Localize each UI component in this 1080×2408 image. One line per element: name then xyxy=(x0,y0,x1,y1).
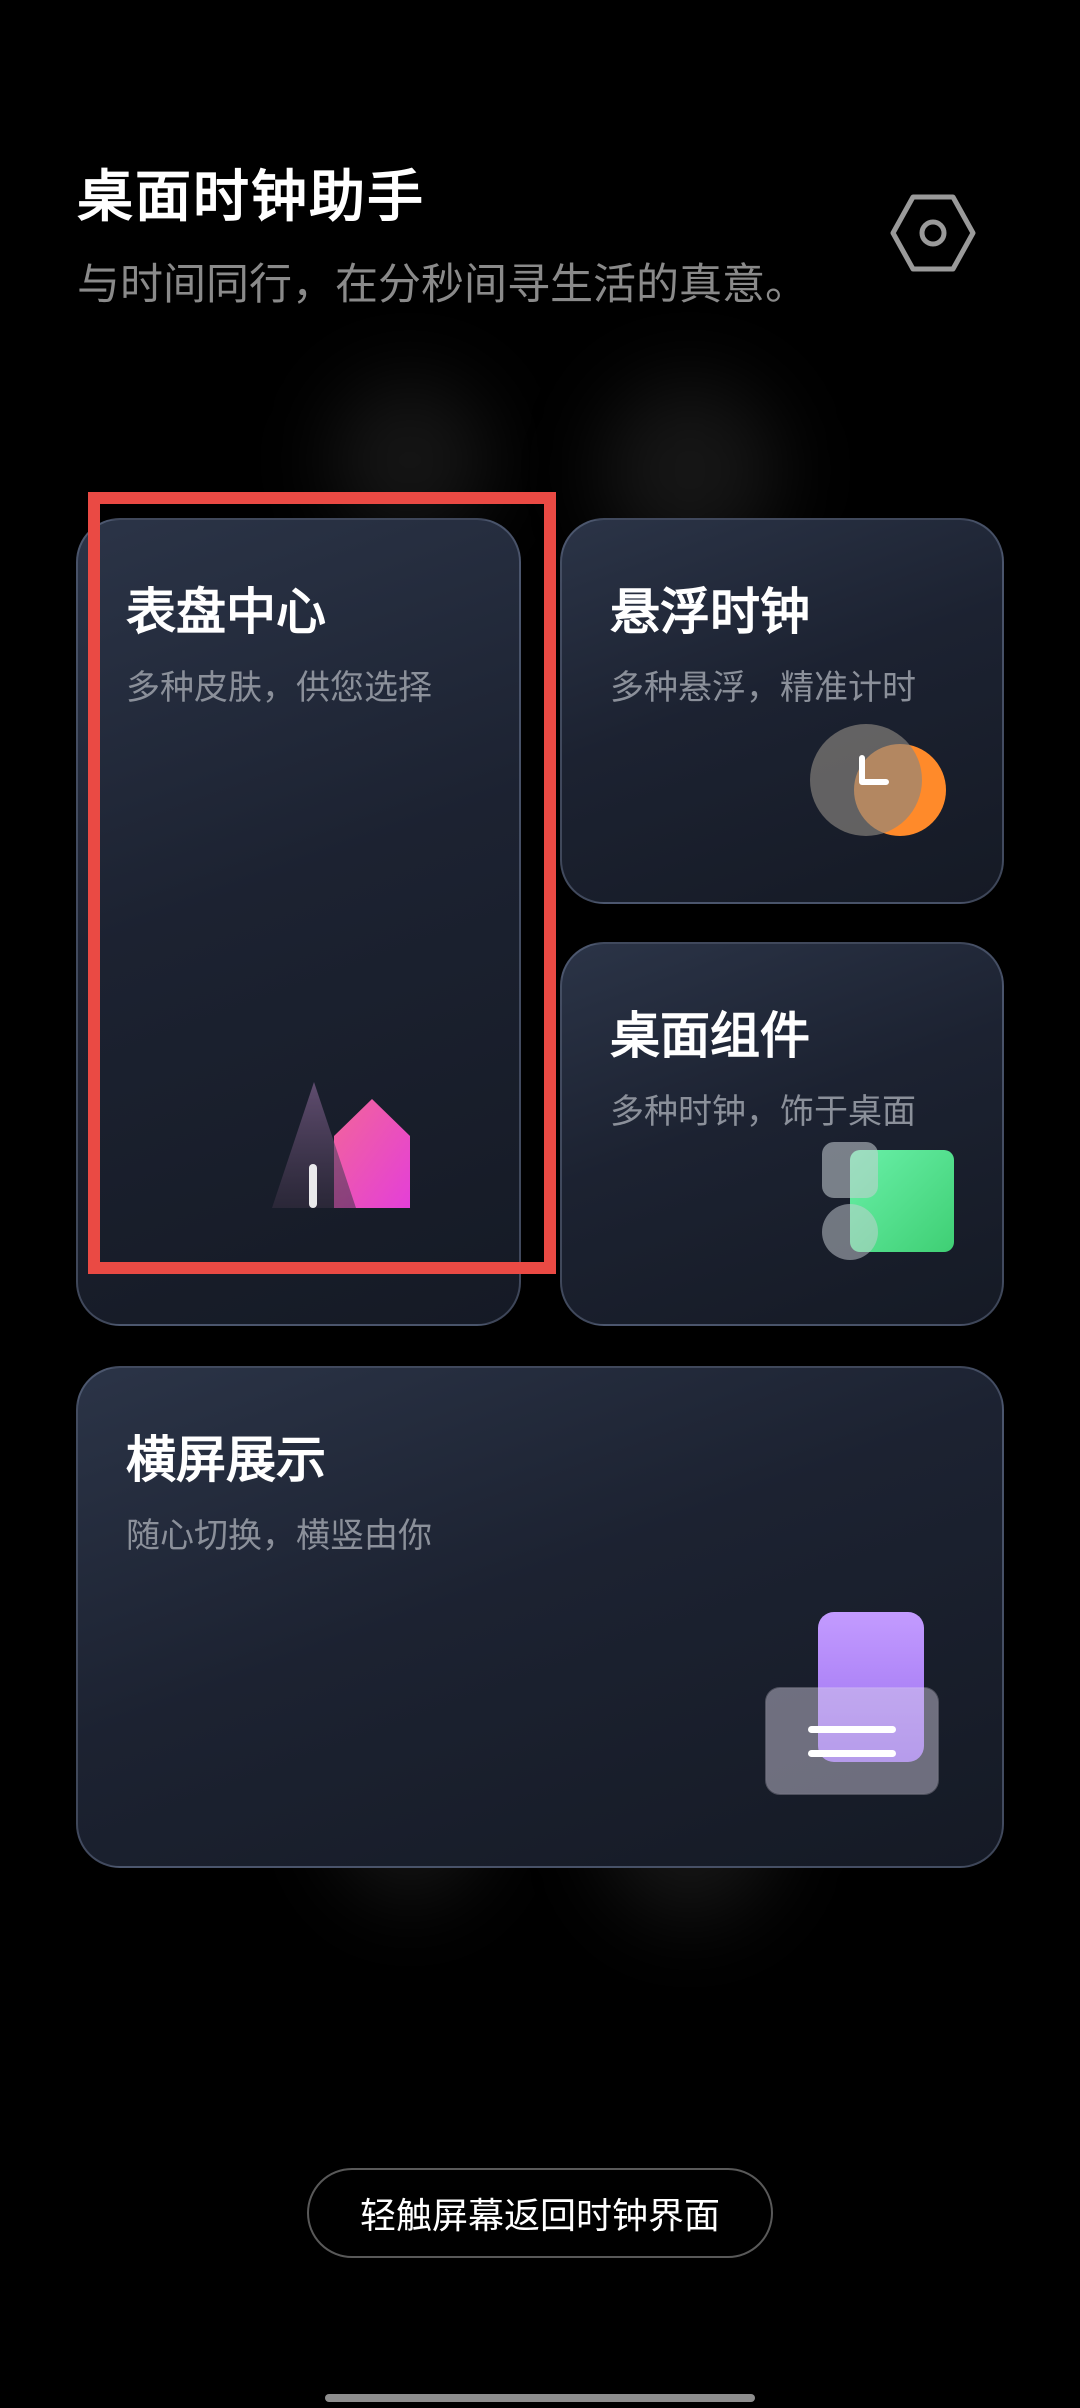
card-title: 横屏展示 xyxy=(126,1431,326,1489)
settings-button[interactable] xyxy=(890,190,976,276)
card-title: 悬浮时钟 xyxy=(610,583,810,641)
page-subtitle: 与时间同行，在分秒间寻生活的真意。 xyxy=(77,260,808,310)
card-subtitle: 随心切换，横竖由你 xyxy=(126,1516,432,1556)
landscape-device-icon xyxy=(765,1612,939,1795)
hexagon-gear-icon xyxy=(890,194,976,272)
home-indicator[interactable] xyxy=(325,2394,755,2402)
selection-highlight-box xyxy=(88,492,556,1274)
card-title: 桌面组件 xyxy=(610,1007,810,1065)
floating-clock-card[interactable]: 悬浮时钟 多种悬浮，精准计时 xyxy=(560,518,1004,904)
floating-clock-icon xyxy=(810,724,946,836)
return-to-clock-label: 轻触屏幕返回时钟界面 xyxy=(359,2196,720,2237)
card-subtitle: 多种悬浮，精准计时 xyxy=(610,668,916,708)
widget-blocks-icon xyxy=(822,1142,954,1260)
page-title: 桌面时钟助手 xyxy=(77,165,425,230)
desktop-widget-card[interactable]: 桌面组件 多种时钟，饰于桌面 xyxy=(560,942,1004,1326)
landscape-card[interactable]: 横屏展示 随心切换，横竖由你 xyxy=(76,1366,1004,1868)
screen: 桌面时钟助手 与时间同行，在分秒间寻生活的真意。 表盘中心 多种皮肤，供您选择 xyxy=(0,0,1080,2408)
card-subtitle: 多种时钟，饰于桌面 xyxy=(610,1092,916,1132)
return-to-clock-button[interactable]: 轻触屏幕返回时钟界面 xyxy=(307,2168,773,2258)
